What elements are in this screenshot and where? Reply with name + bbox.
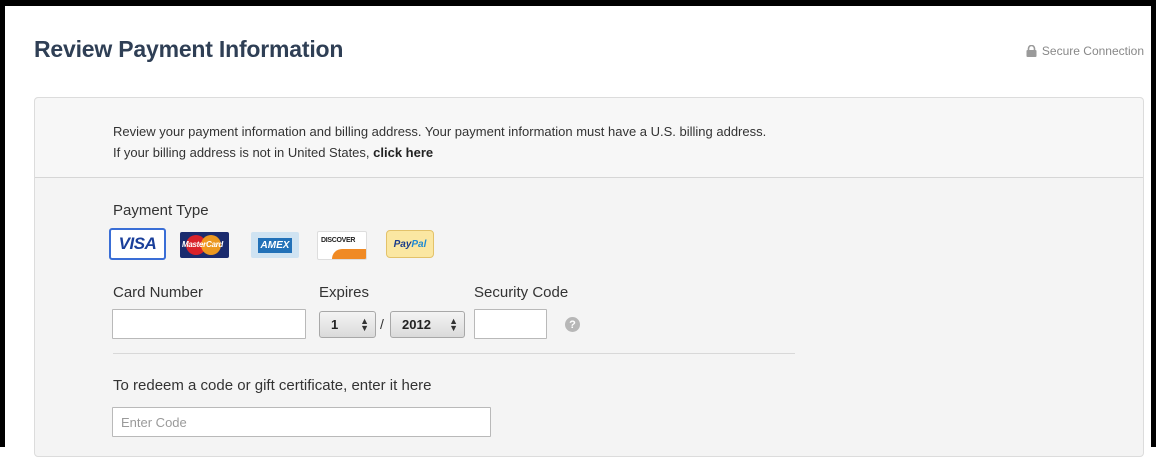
redeem-code-input[interactable] (112, 407, 491, 437)
mastercard-logo-text: MasterCard (182, 240, 224, 249)
expires-label: Expires (319, 284, 370, 301)
visa-logo-text: VISA (118, 234, 157, 253)
select-arrows-icon: ▲ ▼ (449, 315, 458, 333)
payment-type-amex[interactable]: AMEX (251, 232, 299, 258)
paypal-logo-text-pal: Pal (411, 238, 427, 250)
card-number-label: Card Number (113, 284, 204, 301)
payment-type-label: Payment Type (113, 202, 209, 219)
expires-separator: / (380, 316, 384, 332)
lock-icon (1026, 45, 1037, 57)
discover-logo-text: DISCOVER (321, 237, 356, 244)
billing-notice: Review your payment information and bill… (35, 98, 1143, 178)
paypal-logo-text-pay: Pay (393, 238, 412, 250)
section-divider (113, 353, 795, 354)
expires-month-select[interactable]: 1 ▲ ▼ (319, 311, 376, 338)
redeem-label: To redeem a code or gift certificate, en… (113, 377, 432, 394)
amex-logo-text: AMEX (257, 237, 293, 253)
click-here-link[interactable]: click here (373, 145, 433, 160)
notice-line-1: Review your payment information and bill… (113, 124, 767, 139)
payment-panel: Review your payment information and bill… (34, 97, 1144, 457)
secure-connection-indicator: Secure Connection (1026, 44, 1144, 58)
security-code-label: Security Code (474, 284, 569, 301)
notice-line-2-text: If your billing address is not in United… (113, 145, 374, 160)
page-title: Review Payment Information (34, 36, 344, 62)
payment-type-discover[interactable]: DISCOVER (317, 231, 367, 260)
select-arrows-icon: ▲ ▼ (360, 315, 369, 333)
notice-line-2: If your billing address is not in United… (113, 142, 1143, 163)
card-number-input[interactable] (112, 309, 306, 339)
secure-connection-label: Secure Connection (1041, 44, 1144, 58)
paypal-logo-text: PayPal (394, 239, 427, 250)
payment-type-mastercard[interactable]: MasterCard (180, 232, 229, 258)
expires-year-select[interactable]: 2012 ▲ ▼ (390, 311, 465, 338)
discover-orange-stripe (332, 249, 366, 259)
payment-type-visa[interactable]: VISA (109, 228, 166, 260)
security-code-input[interactable] (474, 309, 547, 339)
payment-type-paypal[interactable]: PayPal (386, 230, 434, 258)
expires-month-value: 1 (331, 317, 339, 332)
expires-year-value: 2012 (402, 317, 431, 332)
help-icon[interactable]: ? (565, 317, 580, 332)
